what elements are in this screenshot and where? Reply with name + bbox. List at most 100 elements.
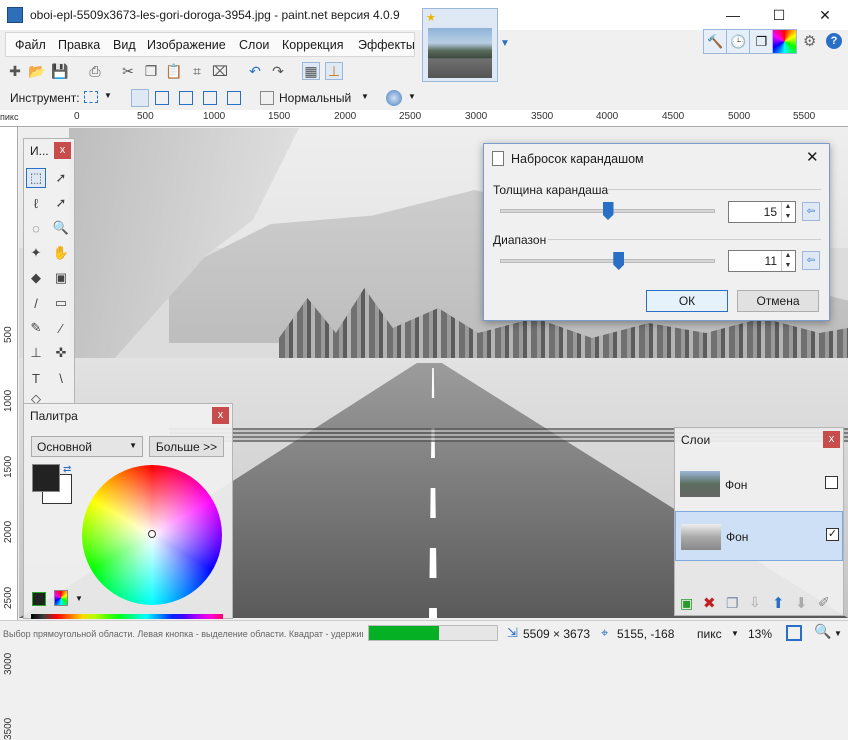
gear-icon[interactable]: ⚙ [803, 32, 816, 50]
selection-exclude-icon[interactable] [179, 91, 193, 105]
duplicate-layer-icon[interactable]: ❐ [726, 595, 739, 612]
move-selection-tool-icon[interactable]: ➚ [51, 193, 71, 213]
ruler-tick: 2000 [334, 111, 357, 122]
blend-mode-select[interactable]: Нормальный [279, 91, 351, 105]
more-colors-button[interactable]: Больше >> [149, 436, 224, 457]
gradient-tool-icon[interactable]: ▣ [51, 268, 71, 288]
history-window-toggle-icon[interactable]: 🕒 [726, 29, 751, 54]
palette-options-icon[interactable] [54, 590, 68, 606]
help-icon[interactable]: ? [826, 33, 842, 49]
open-icon[interactable]: 📂 [28, 62, 46, 80]
reset-pencil-size-icon[interactable]: ⇦ [802, 202, 820, 221]
chevron-down-icon[interactable]: ▼ [500, 38, 510, 49]
range-spinner[interactable]: ▲ ▼ [781, 251, 794, 271]
selection-union-icon[interactable] [155, 91, 169, 105]
chevron-down-icon[interactable]: ▼ [731, 629, 739, 638]
layers-window-toggle-icon[interactable]: ❐ [749, 29, 774, 54]
tool-dropdown-icon[interactable]: ▼ [104, 91, 112, 100]
menu-file[interactable]: Файл [15, 38, 46, 52]
zoom-tool-icon[interactable]: 🔍 [51, 218, 71, 238]
color-wheel-cursor[interactable] [148, 530, 156, 538]
minimize-button[interactable]: — [710, 0, 756, 30]
paintbrush-tool-icon[interactable]: / [26, 293, 46, 313]
palette-swatches[interactable] [31, 614, 223, 619]
tools-window-toggle-icon[interactable]: 🔨 [703, 29, 728, 54]
eraser-tool-icon[interactable]: ▭ [51, 293, 71, 313]
image-thumbnail-tab[interactable]: ★ [422, 8, 498, 82]
chevron-down-icon[interactable]: ▼ [834, 629, 842, 638]
redo-icon[interactable]: ↷ [269, 62, 287, 80]
ellipse-select-tool-icon[interactable]: ◌ [26, 218, 46, 238]
colors-window-toggle-icon[interactable] [772, 29, 797, 54]
rectangle-select-tool-icon[interactable]: ⬚ [26, 168, 46, 188]
layer-visibility-checkbox[interactable]: ✓ [826, 528, 839, 541]
menu-edit[interactable]: Правка [58, 38, 100, 52]
save-icon[interactable]: 💾 [51, 62, 69, 80]
pencil-size-spinner[interactable]: ▲ ▼ [781, 202, 794, 222]
text-tool-icon[interactable]: T [26, 368, 46, 388]
magic-wand-tool-icon[interactable]: ✦ [26, 243, 46, 263]
selection-intersect-icon[interactable] [203, 91, 217, 105]
pan-tool-icon[interactable]: ✋ [51, 243, 71, 263]
menu-effects[interactable]: Эффекты [358, 38, 415, 52]
close-icon[interactable]: x [823, 431, 840, 448]
zoom-level[interactable]: 13% [748, 627, 772, 641]
swap-colors-icon[interactable]: ⇄ [63, 464, 71, 475]
ruler-icon[interactable]: ⊥ [325, 62, 343, 80]
print-icon[interactable]: ⎙ [86, 62, 104, 80]
close-icon[interactable]: x [54, 142, 71, 159]
menu-view[interactable]: Вид [113, 38, 136, 52]
selection-xor-icon[interactable] [227, 91, 241, 105]
maximize-button[interactable]: ☐ [756, 0, 802, 30]
ok-button[interactable]: ОК [646, 290, 728, 312]
palette-menu-icon[interactable] [32, 592, 46, 606]
palette-mode-select[interactable]: Основной ▼ [31, 436, 143, 457]
add-layer-icon[interactable]: ▣ [680, 595, 693, 612]
close-icon[interactable]: ✕ [806, 148, 819, 166]
layer-row[interactable]: Фон [675, 459, 843, 509]
lasso-tool-icon[interactable]: ℓ [26, 193, 46, 213]
antialiasing-icon[interactable] [386, 90, 402, 106]
antialiasing-dropdown-icon[interactable]: ▼ [408, 92, 416, 101]
delete-layer-icon[interactable]: ✖ [703, 594, 716, 612]
reset-range-icon[interactable]: ⇦ [802, 251, 820, 270]
blend-dropdown-icon[interactable]: ▼ [361, 92, 369, 101]
primary-color-swatch[interactable] [32, 464, 60, 492]
line-tool-icon[interactable]: \ [51, 368, 71, 388]
copy-icon[interactable]: ❐ [142, 62, 160, 80]
color-picker-tool-icon[interactable]: ⁄ [51, 318, 71, 338]
crop-icon[interactable]: ⌗ [188, 62, 206, 80]
zoom-to-window-icon[interactable] [786, 625, 802, 641]
menu-adjustments[interactable]: Коррекция [282, 38, 343, 52]
paint-bucket-tool-icon[interactable]: ◆ [26, 268, 46, 288]
units-select[interactable]: пикс [697, 627, 722, 641]
close-button[interactable]: ✕ [802, 0, 848, 30]
zoom-icon[interactable]: 🔍 [814, 623, 831, 640]
close-icon[interactable]: x [212, 407, 229, 424]
layer-properties-icon[interactable]: ✐ [818, 594, 830, 611]
paste-icon[interactable]: 📋 [165, 62, 183, 80]
cancel-button[interactable]: Отмена [737, 290, 819, 312]
undo-icon[interactable]: ↶ [246, 62, 264, 80]
pencil-size-slider-thumb[interactable] [602, 202, 614, 220]
pencil-tool-icon[interactable]: ✎ [26, 318, 46, 338]
move-layer-up-icon[interactable]: ⬆ [772, 594, 785, 612]
layer-row[interactable]: Фон ✓ [675, 511, 843, 561]
chevron-down-icon[interactable]: ▼ [75, 594, 83, 603]
merge-layer-down-icon[interactable]: ⇩ [749, 594, 761, 611]
range-slider-thumb[interactable] [613, 252, 625, 270]
selection-replace-icon[interactable] [131, 89, 149, 107]
range-slider[interactable] [500, 259, 715, 263]
recolor-tool-icon[interactable]: ✜ [51, 343, 71, 363]
deselect-icon[interactable]: ⌧ [211, 62, 229, 80]
cut-icon[interactable]: ✂ [119, 62, 137, 80]
layer-visibility-checkbox[interactable] [825, 476, 838, 489]
clone-stamp-tool-icon[interactable]: ⊥ [26, 343, 46, 363]
menu-layers[interactable]: Слои [239, 38, 269, 52]
move-layer-down-icon[interactable]: ⬇ [795, 594, 808, 612]
rectangle-select-icon[interactable] [84, 91, 98, 103]
menu-image[interactable]: Изображение [147, 38, 226, 52]
grid-icon[interactable]: ▦ [302, 62, 320, 80]
new-icon[interactable]: ✚ [6, 62, 24, 80]
move-selected-tool-icon[interactable]: ➚ [51, 168, 71, 188]
